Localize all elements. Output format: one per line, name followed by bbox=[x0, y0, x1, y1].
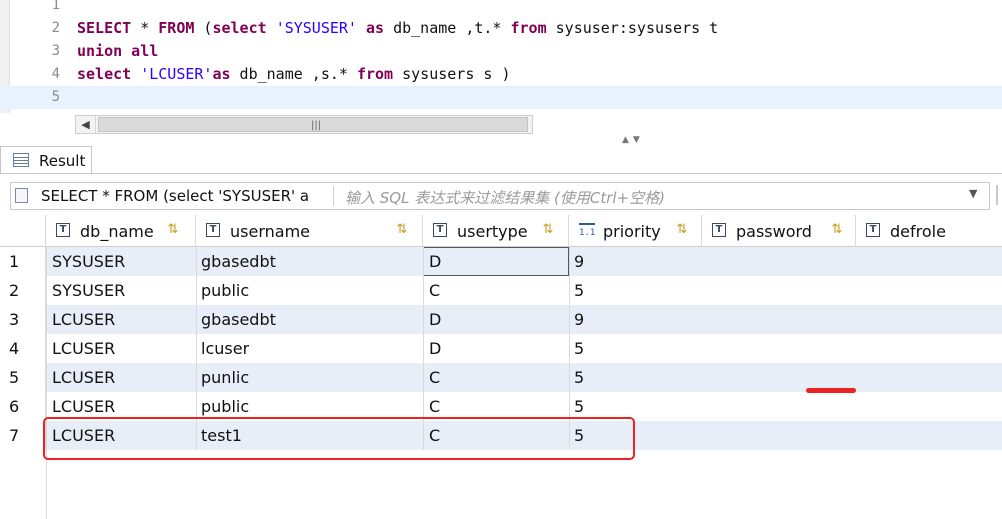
cell-priority[interactable]: 9 bbox=[574, 247, 584, 276]
scroll-left-icon[interactable]: ◀ bbox=[76, 116, 96, 133]
cell-username[interactable]: gbasedbt bbox=[201, 247, 276, 276]
row-number-header[interactable] bbox=[0, 215, 46, 247]
cell-priority[interactable]: 5 bbox=[574, 334, 584, 363]
column-label: password bbox=[736, 222, 812, 241]
column-label: priority bbox=[603, 222, 661, 241]
column-label: db_name bbox=[80, 222, 154, 241]
column-header-username[interactable]: T username ⇅ bbox=[196, 215, 423, 247]
cell-db-name[interactable]: LCUSER bbox=[52, 363, 115, 392]
tab-result-label: Result bbox=[39, 152, 86, 170]
text-type-icon: T bbox=[433, 223, 447, 237]
editor-line-3[interactable]: 3 union all bbox=[0, 40, 1002, 63]
column-label: usertype bbox=[457, 222, 528, 241]
text-type-icon: T bbox=[712, 223, 726, 237]
tab-bar-divider bbox=[0, 173, 1002, 174]
filter-bar: SELECT * FROM (select 'SYSUSER' a 输入 SQL… bbox=[10, 182, 990, 210]
highlight-annotation-box bbox=[43, 417, 635, 460]
query-icon bbox=[15, 188, 28, 203]
row-number[interactable]: 1 bbox=[0, 247, 46, 276]
active-query-label[interactable]: SELECT * FROM (select 'SYSUSER' a bbox=[41, 187, 331, 205]
cell-db-name[interactable]: SYSUSER bbox=[52, 247, 125, 276]
column-divider bbox=[46, 247, 47, 519]
sort-icon[interactable]: ⇅ bbox=[539, 221, 557, 239]
column-label: defrole bbox=[890, 222, 946, 241]
row-number[interactable]: 4 bbox=[0, 334, 46, 363]
filter-input[interactable]: 输入 SQL 表达式来过滤结果集 (使用Ctrl+空格) bbox=[345, 187, 665, 208]
column-header-priority[interactable]: 1.1 priority ⇅ bbox=[569, 215, 702, 247]
scrollbar-grip: ||| bbox=[311, 120, 322, 131]
editor-line-2[interactable]: 2 SELECT * FROM (select 'SYSUSER' as db_… bbox=[0, 17, 1002, 40]
cell-db-name[interactable]: LCUSER bbox=[52, 334, 115, 363]
sort-icon[interactable]: ⇅ bbox=[393, 221, 411, 239]
row-number[interactable]: 6 bbox=[0, 392, 46, 421]
scrollbar-thumb[interactable]: ||| bbox=[98, 117, 528, 132]
cell-username[interactable]: punlic bbox=[201, 363, 249, 392]
cell-usertype[interactable]: C bbox=[429, 363, 440, 392]
line-number: 1 bbox=[51, 0, 60, 13]
cell-priority[interactable]: 5 bbox=[574, 276, 584, 305]
line-number: 5 bbox=[51, 89, 60, 105]
column-header-usertype[interactable]: T usertype ⇅ bbox=[423, 215, 569, 247]
code-text: select 'LCUSER'as db_name ,s.* from sysu… bbox=[77, 65, 511, 83]
column-header-db-name[interactable]: T db_name ⇅ bbox=[46, 215, 196, 247]
grid-icon bbox=[13, 153, 29, 167]
text-type-icon: T bbox=[56, 223, 70, 237]
panel-resize-sash-icon[interactable]: ▲▼ bbox=[622, 135, 644, 145]
text-type-icon: T bbox=[866, 223, 880, 237]
cell-username[interactable]: lcuser bbox=[201, 334, 249, 363]
cell-username[interactable]: public bbox=[201, 276, 249, 305]
code-text: SELECT * FROM (select 'SYSUSER' as db_na… bbox=[77, 19, 719, 37]
highlight-annotation-mark bbox=[806, 388, 856, 393]
selected-cell-outline bbox=[423, 247, 569, 276]
row-number[interactable]: 7 bbox=[0, 421, 46, 450]
cell-priority[interactable]: 5 bbox=[574, 363, 584, 392]
editor-line-4[interactable]: 4 select 'LCUSER'as db_name ,s.* from sy… bbox=[0, 63, 1002, 86]
column-label: username bbox=[230, 222, 310, 241]
code-text: union all bbox=[77, 42, 159, 60]
table-row[interactable]: 3 LCUSER gbasedbt D 9 bbox=[0, 305, 1002, 334]
table-row[interactable]: 2 SYSUSER public C 5 bbox=[0, 276, 1002, 305]
cell-usertype[interactable]: D bbox=[429, 334, 441, 363]
table-row[interactable]: 4 LCUSER lcuser D 5 bbox=[0, 334, 1002, 363]
editor-horizontal-scrollbar[interactable]: ◀ ||| bbox=[75, 115, 533, 134]
filter-separator bbox=[333, 186, 334, 206]
filter-history-dropdown-icon[interactable]: ▼ bbox=[969, 187, 977, 200]
sql-editor[interactable]: 1 2 SELECT * FROM (select 'SYSUSER' as d… bbox=[0, 0, 1002, 113]
cell-priority[interactable]: 9 bbox=[574, 305, 584, 334]
result-grid: T db_name ⇅ T username ⇅ T usertype ⇅ 1.… bbox=[0, 215, 1002, 519]
cell-db-name[interactable]: SYSUSER bbox=[52, 276, 125, 305]
cell-username[interactable]: gbasedbt bbox=[201, 305, 276, 334]
column-header-defrole[interactable]: T defrole bbox=[856, 215, 1002, 247]
text-type-icon: T bbox=[206, 223, 220, 237]
row-number[interactable]: 3 bbox=[0, 305, 46, 334]
cell-db-name[interactable]: LCUSER bbox=[52, 305, 115, 334]
editor-line-1[interactable]: 1 bbox=[0, 0, 1002, 17]
row-number[interactable]: 2 bbox=[0, 276, 46, 305]
line-number: 2 bbox=[51, 20, 60, 36]
sort-icon[interactable]: ⇅ bbox=[673, 221, 691, 239]
sort-icon[interactable]: ⇅ bbox=[164, 221, 182, 239]
numeric-type-icon: 1.1 bbox=[579, 223, 595, 239]
column-header-password[interactable]: T password ⇅ bbox=[702, 215, 856, 247]
editor-line-5[interactable]: 5 bbox=[0, 86, 1002, 109]
tab-result[interactable]: Result bbox=[0, 146, 92, 174]
line-number: 3 bbox=[51, 43, 60, 59]
cell-usertype[interactable]: C bbox=[429, 276, 440, 305]
sort-icon[interactable]: ⇅ bbox=[828, 221, 846, 239]
row-number[interactable]: 5 bbox=[0, 363, 46, 392]
cell-usertype[interactable]: D bbox=[429, 305, 441, 334]
line-number: 4 bbox=[51, 66, 60, 82]
toolbar-edge bbox=[996, 185, 998, 205]
